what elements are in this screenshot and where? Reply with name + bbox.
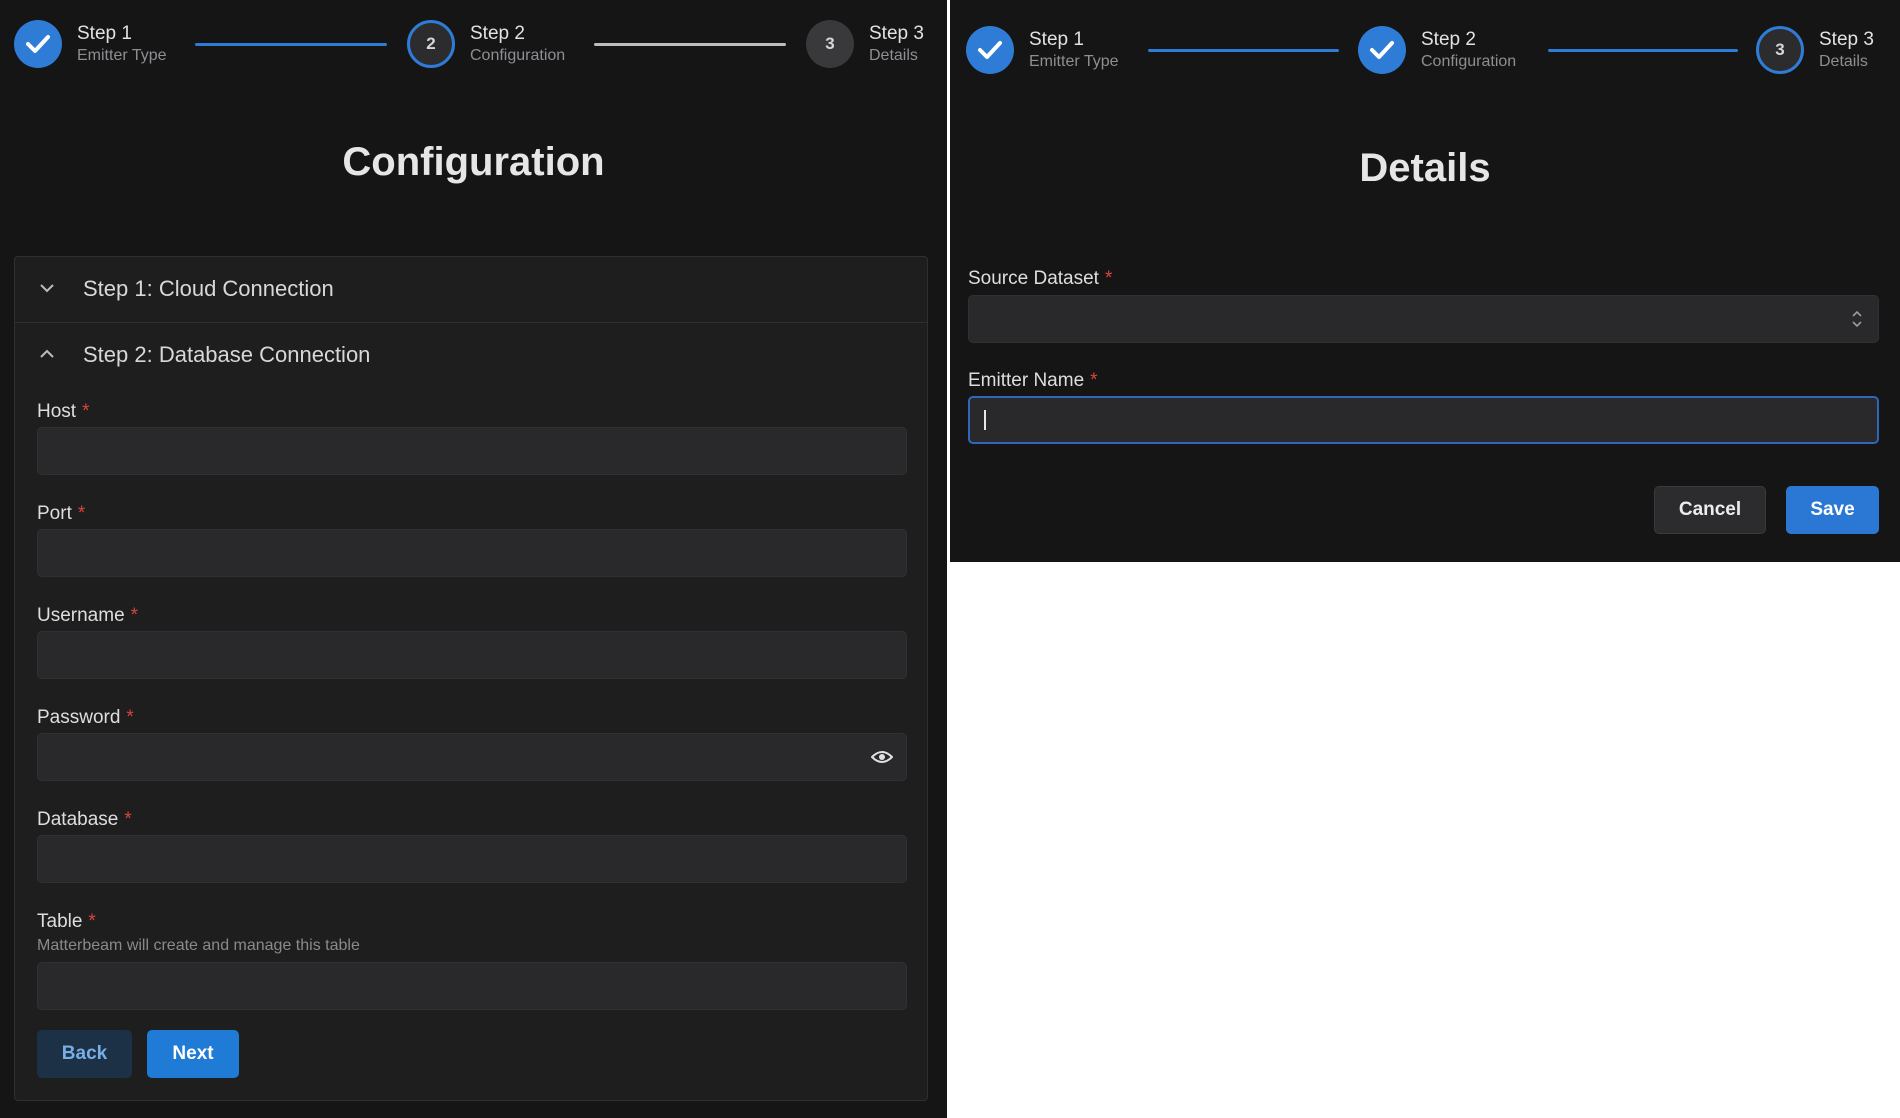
step-connector xyxy=(594,43,786,46)
accordion: Step 1: Cloud Connection Step 2: Databas… xyxy=(14,256,928,1101)
host-label-text: Host xyxy=(37,401,77,422)
required-mark: * xyxy=(1104,268,1113,289)
accordion-label: Step 2: Database Connection xyxy=(83,342,371,367)
required-mark: * xyxy=(77,503,86,524)
step-number: 2 xyxy=(407,20,455,68)
chevron-down-icon xyxy=(39,280,69,298)
table-hint: Matterbeam will create and manage this t… xyxy=(37,937,360,954)
accordion-section-database-connection[interactable]: Step 2: Database Connection xyxy=(15,323,927,387)
password-input[interactable] xyxy=(37,733,907,781)
table-label: Table * xyxy=(37,911,96,933)
password-label-text: Password xyxy=(37,707,121,728)
page-title: Configuration xyxy=(342,140,605,184)
back-button[interactable]: Back xyxy=(37,1030,132,1078)
step-connector xyxy=(1548,49,1738,52)
next-button[interactable]: Next xyxy=(147,1030,239,1078)
required-mark: * xyxy=(82,401,90,422)
step-connector xyxy=(1148,49,1339,52)
database-label: Database * xyxy=(37,809,132,831)
step-subtitle: Details xyxy=(1819,52,1868,70)
source-dataset-select[interactable] xyxy=(968,295,1879,343)
port-label: Port * xyxy=(37,503,85,525)
step-subtitle: Details xyxy=(869,46,918,64)
stepper-step-3: 3 Step 3 Details xyxy=(1756,20,1874,80)
details-panel: Step 1 Emitter Type Step 2 Configuration… xyxy=(950,0,1900,562)
stepper-step-1: Step 1 Emitter Type xyxy=(14,14,167,74)
step-title: Step 2 xyxy=(470,23,525,45)
emitter-name-label-text: Emitter Name xyxy=(968,370,1085,391)
select-arrows-icon xyxy=(1850,308,1864,330)
source-dataset-label: Source Dataset * xyxy=(968,268,1112,290)
chevron-up-icon xyxy=(39,346,69,364)
stepper: Step 1 Emitter Type Step 2 Configuration… xyxy=(966,20,1886,80)
eye-icon[interactable] xyxy=(870,750,894,764)
step-subtitle: Emitter Type xyxy=(77,46,167,64)
username-label: Username * xyxy=(37,605,138,627)
save-button[interactable]: Save xyxy=(1786,486,1879,534)
host-input[interactable] xyxy=(37,427,907,475)
page-title: Details xyxy=(1359,146,1491,190)
username-label-text: Username xyxy=(37,605,125,626)
port-input[interactable] xyxy=(37,529,907,577)
username-input[interactable] xyxy=(37,631,907,679)
text-caret xyxy=(984,410,986,430)
step-number: 3 xyxy=(806,20,854,68)
database-input[interactable] xyxy=(37,835,907,883)
accordion-section-cloud-connection[interactable]: Step 1: Cloud Connection xyxy=(15,257,927,321)
check-icon xyxy=(966,26,1014,74)
required-mark: * xyxy=(88,911,96,932)
check-icon xyxy=(1358,26,1406,74)
cancel-button[interactable]: Cancel xyxy=(1654,486,1766,534)
emitter-name-label: Emitter Name * xyxy=(968,370,1098,392)
step-subtitle: Emitter Type xyxy=(1029,52,1119,70)
database-label-text: Database xyxy=(37,809,119,830)
step-title: Step 3 xyxy=(869,23,924,45)
stepper-step-1: Step 1 Emitter Type xyxy=(966,20,1119,80)
password-label: Password * xyxy=(37,707,134,729)
host-label: Host * xyxy=(37,401,89,423)
step-title: Step 1 xyxy=(77,23,132,45)
step-number: 3 xyxy=(1756,26,1804,74)
required-mark: * xyxy=(130,605,139,626)
table-label-text: Table xyxy=(37,911,83,932)
step-title: Step 3 xyxy=(1819,29,1874,51)
check-icon xyxy=(14,20,62,68)
stepper-step-2: Step 2 Configuration xyxy=(1358,20,1516,80)
stepper-step-3: 3 Step 3 Details xyxy=(806,14,924,74)
configuration-panel: Step 1 Emitter Type 2 Step 2 Configurati… xyxy=(0,0,947,1118)
stepper-step-2: 2 Step 2 Configuration xyxy=(407,14,565,74)
step-title: Step 2 xyxy=(1421,29,1476,51)
step-connector xyxy=(195,43,387,46)
step-subtitle: Configuration xyxy=(470,46,566,64)
required-mark: * xyxy=(124,809,132,830)
table-input[interactable] xyxy=(37,962,907,1010)
accordion-label: Step 1: Cloud Connection xyxy=(83,276,334,301)
required-mark: * xyxy=(1090,370,1098,391)
emitter-name-input[interactable] xyxy=(968,396,1879,444)
stepper: Step 1 Emitter Type 2 Step 2 Configurati… xyxy=(14,14,934,74)
source-dataset-label-text: Source Dataset xyxy=(968,268,1099,289)
required-mark: * xyxy=(126,707,134,728)
step-title: Step 1 xyxy=(1029,29,1084,51)
step-subtitle: Configuration xyxy=(1421,52,1517,70)
port-label-text: Port xyxy=(37,503,72,524)
